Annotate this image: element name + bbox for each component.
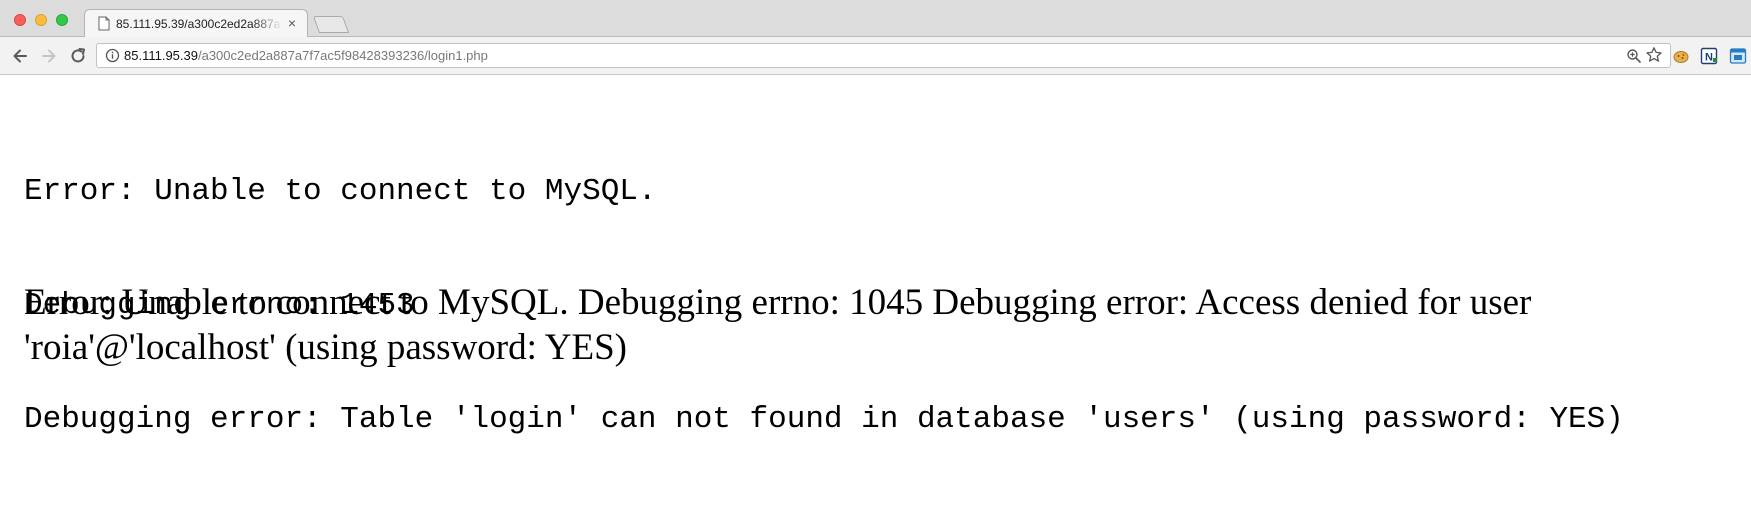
error-line-3: Debugging error: Table 'login' can not f…: [24, 402, 1624, 437]
url-text: 85.111.95.39/a300c2ed2a887a7f7ac5f984283…: [124, 48, 488, 63]
n-extension-icon[interactable]: N: [1700, 47, 1718, 65]
new-tab-button[interactable]: [312, 16, 350, 33]
reload-icon[interactable]: [69, 47, 87, 65]
zoom-icon[interactable]: [1626, 48, 1642, 64]
document-icon: [98, 16, 110, 31]
info-icon[interactable]: [105, 48, 120, 63]
cookie-extension-icon[interactable]: [1672, 47, 1690, 65]
window-extension-icon[interactable]: [1729, 47, 1747, 65]
browser-tab[interactable]: 85.111.95.39/a300c2ed2a887a7f7ac5f984283…: [84, 9, 308, 37]
close-tab-icon[interactable]: ×: [285, 16, 299, 30]
star-icon[interactable]: [1645, 46, 1663, 64]
access-denied-error: Error: Unable to connect to MySQL. Debug…: [24, 282, 1532, 368]
url-path: /a300c2ed2a887a7f7ac5f98428393236/login1…: [197, 48, 488, 63]
back-arrow-icon[interactable]: [11, 47, 29, 65]
window-maximize-button[interactable]: [56, 14, 68, 26]
page-content: Error: Unable to connect to MySQL. Debug…: [0, 75, 1751, 485]
url-host: 85.111.95.39: [124, 48, 198, 63]
window-close-button[interactable]: [14, 14, 26, 26]
browser-toolbar: 85.111.95.39/a300c2ed2a887a7f7ac5f984283…: [0, 37, 1751, 75]
tab-title: 85.111.95.39/a300c2ed2a887a7f7ac5f984283…: [116, 17, 282, 31]
svg-text:N: N: [1705, 52, 1713, 64]
address-bar[interactable]: 85.111.95.39/a300c2ed2a887a7f7ac5f984283…: [96, 43, 1671, 68]
forward-arrow-icon[interactable]: [40, 47, 58, 65]
window-minimize-button[interactable]: [35, 14, 47, 26]
error-line-1: Error: Unable to connect to MySQL.: [24, 174, 657, 209]
tab-strip: 85.111.95.39/a300c2ed2a887a7f7ac5f984283…: [0, 0, 1751, 37]
